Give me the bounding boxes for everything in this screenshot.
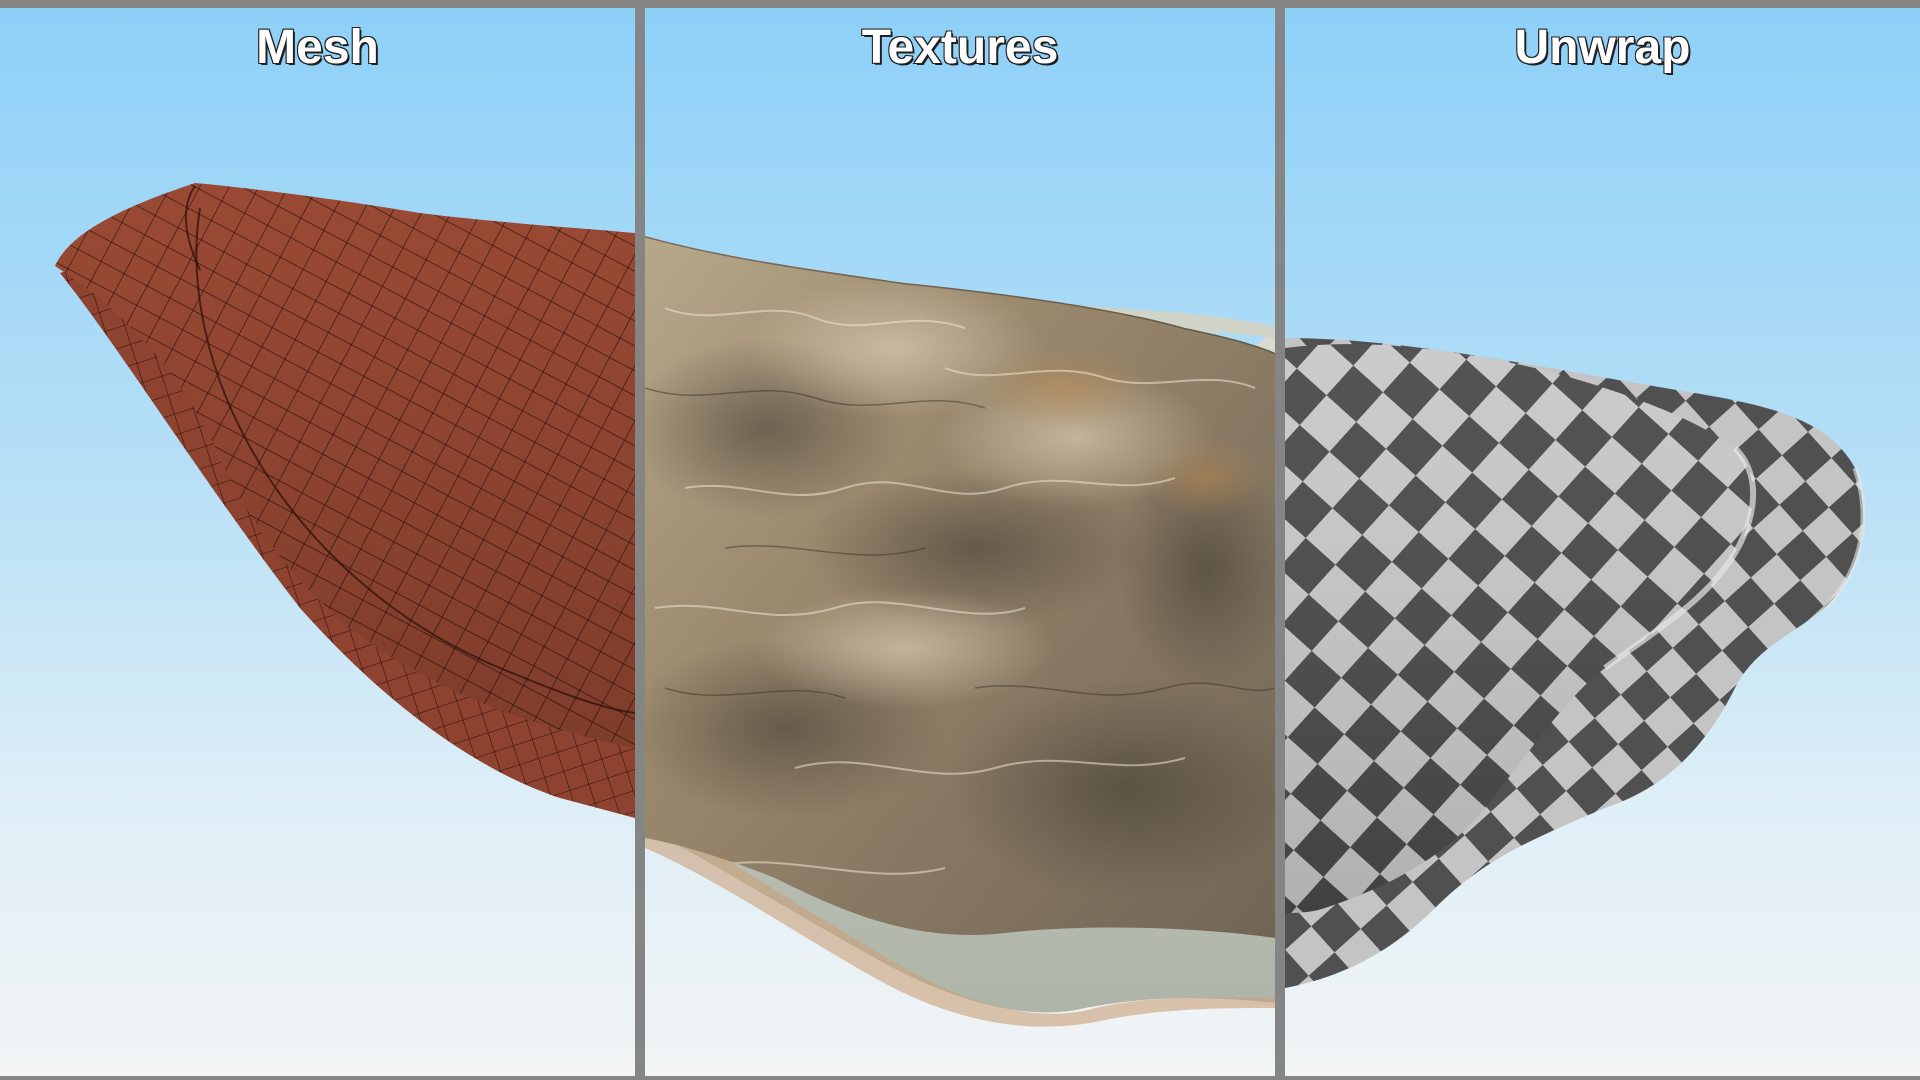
- panel-title: Mesh: [255, 20, 380, 75]
- mesh-panel: Mesh: [0, 8, 635, 1076]
- panel-title: Unwrap: [1513, 20, 1691, 75]
- panel-title: Textures: [861, 20, 1060, 75]
- comparison-frame: Mesh Textures Unwrap: [0, 0, 1920, 1080]
- textured-render: [645, 236, 1275, 1027]
- uv-checker-render: [1285, 338, 1866, 988]
- unwrap-panel: Unwrap: [1285, 8, 1920, 1076]
- textures-panel: Textures: [645, 8, 1275, 1076]
- mesh-render: [55, 183, 635, 818]
